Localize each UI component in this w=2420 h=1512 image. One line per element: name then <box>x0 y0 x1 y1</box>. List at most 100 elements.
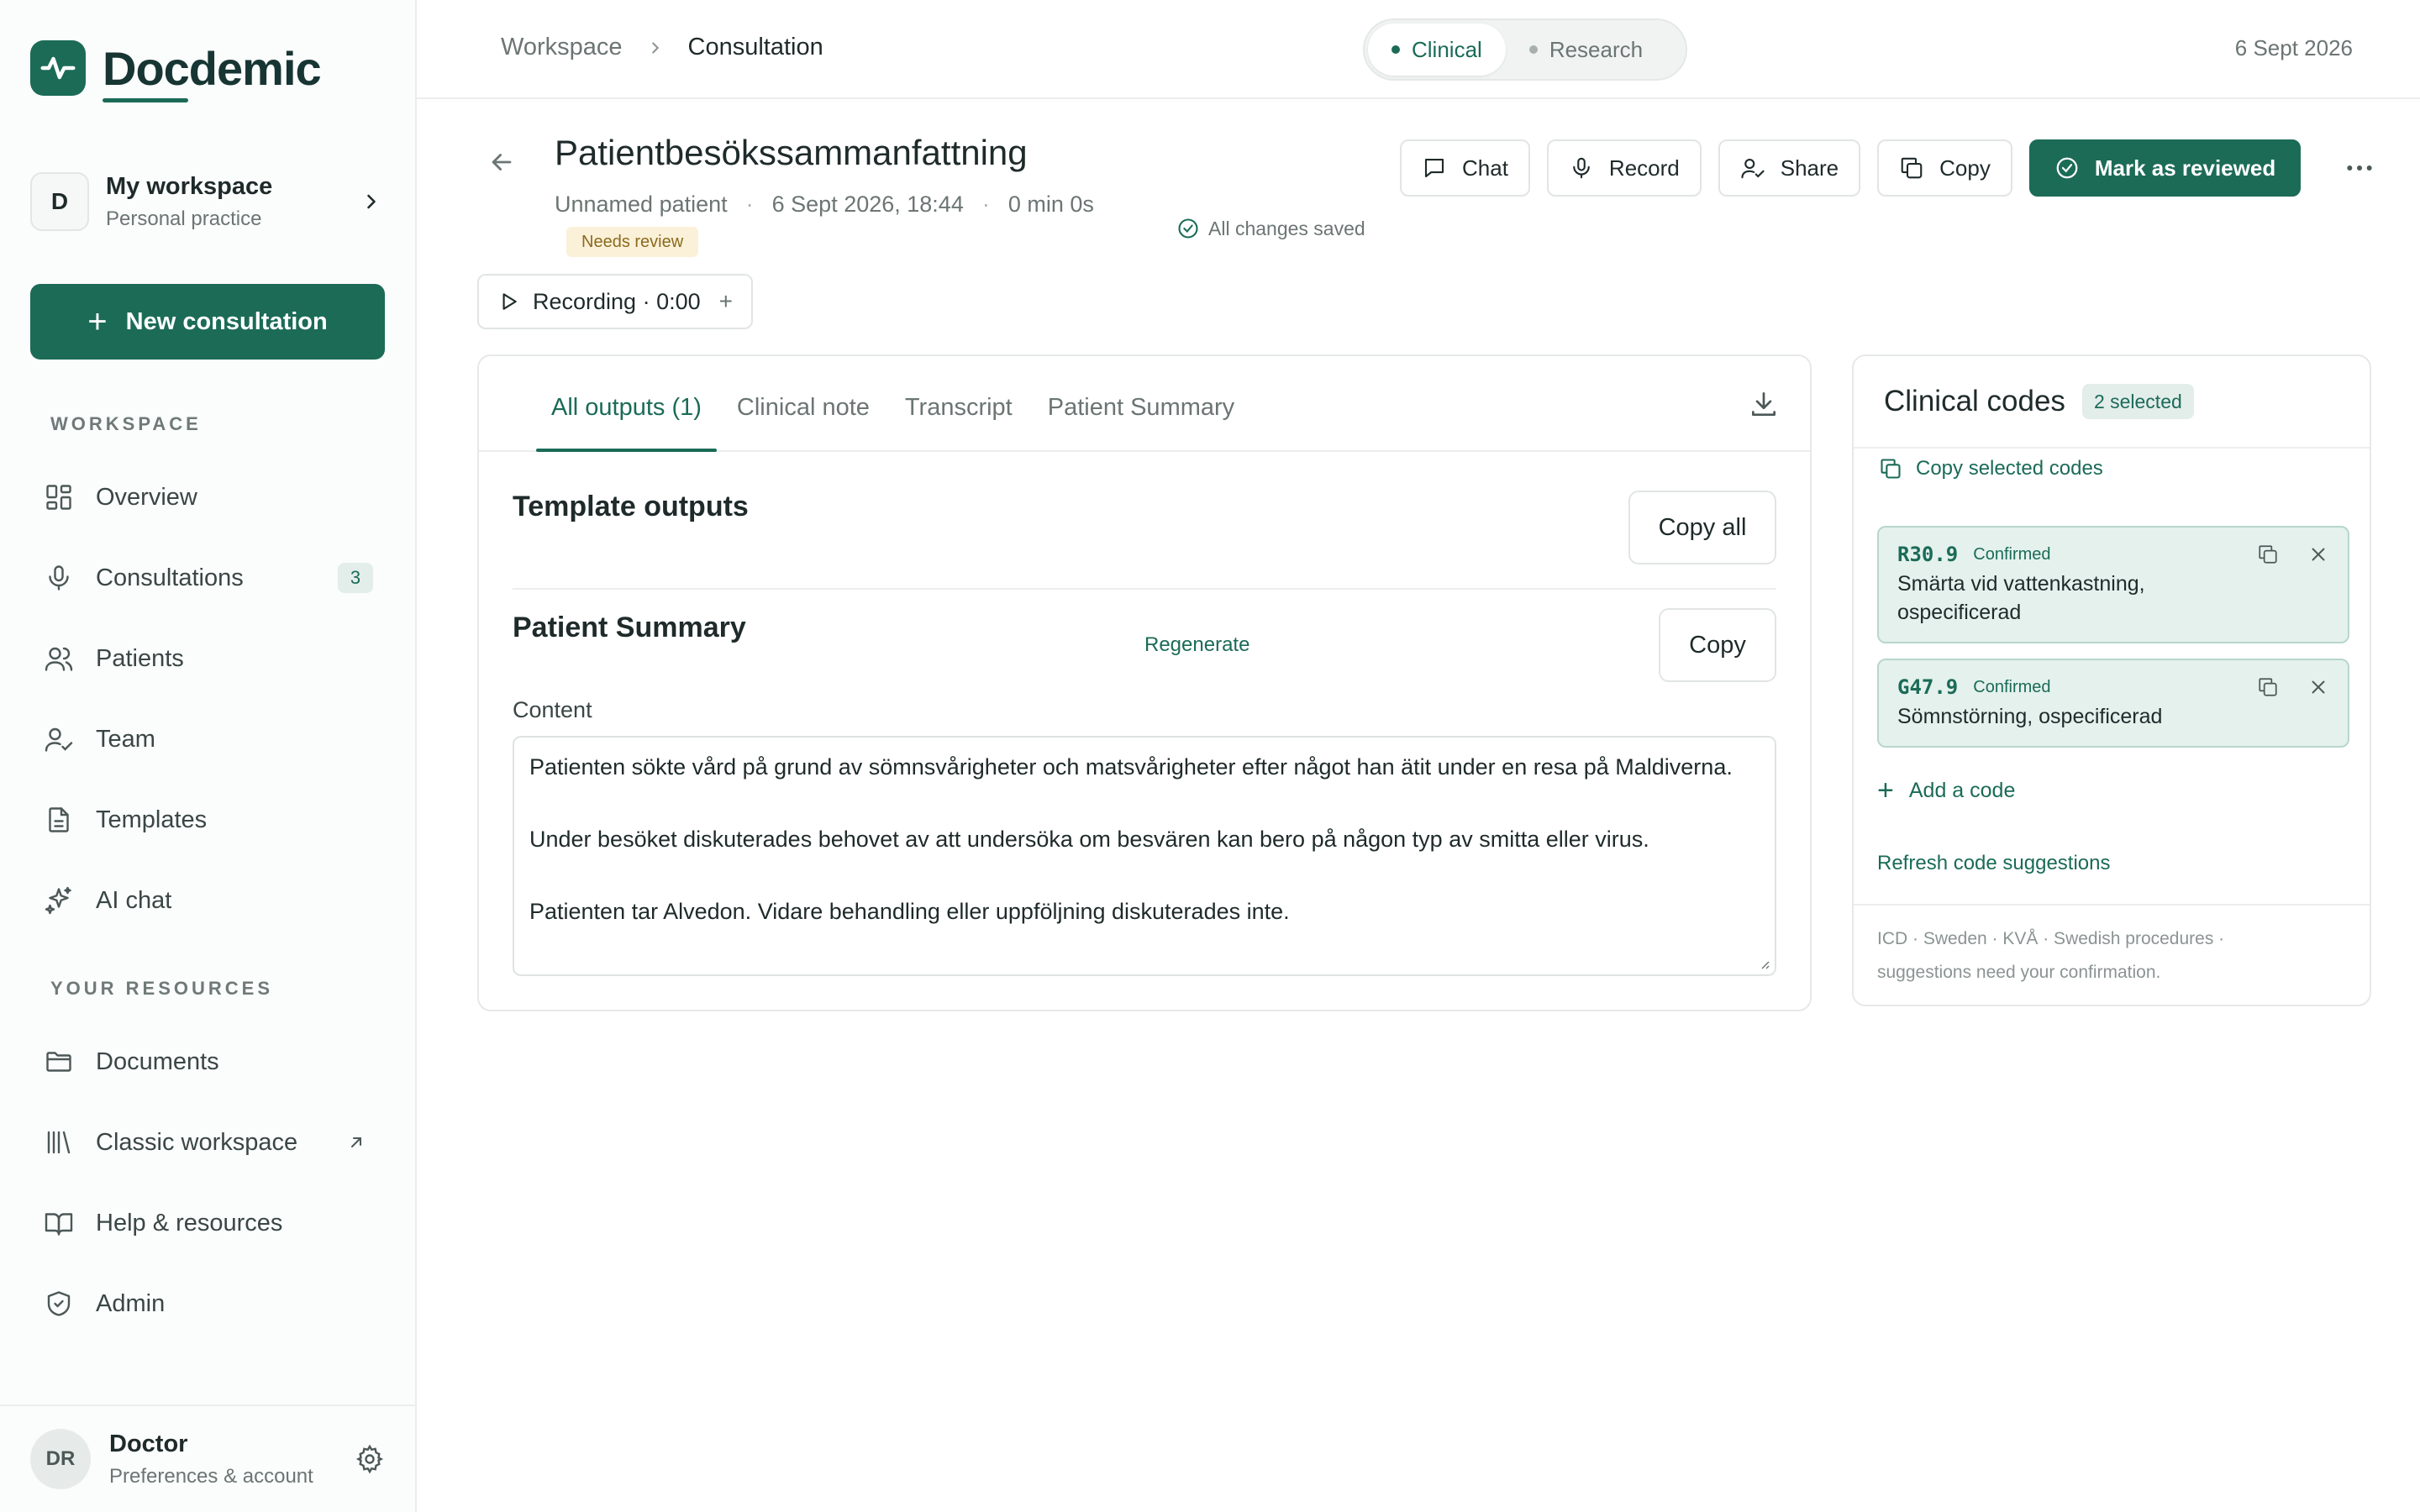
consultation-datetime: 6 Sept 2026, 18:44 <box>771 192 964 217</box>
mode-research[interactable]: Research <box>1506 24 1666 76</box>
copy-label: Copy <box>1939 155 1991 181</box>
sidebar-item-label: Templates <box>96 806 208 833</box>
user-share-icon <box>1741 158 1765 179</box>
sidebar-item-label: Patients <box>96 644 184 672</box>
new-consultation-label: New consultation <box>125 307 328 335</box>
copy-selected-codes-button[interactable]: Copy selected codes <box>1879 457 2103 480</box>
gear-icon[interactable] <box>355 1444 385 1474</box>
sidebar: Docdemic D My workspace Personal practic… <box>0 0 417 1512</box>
summary-content-textarea[interactable]: Patienten sökte vård på grund av sömnsvå… <box>513 736 1776 976</box>
folder-icon <box>46 1052 71 1072</box>
add-recording-icon[interactable]: + <box>719 288 733 315</box>
selected-count-badge: 2 selected <box>2081 384 2194 419</box>
status-dot <box>1392 45 1400 54</box>
copy-icon[interactable] <box>2257 543 2279 565</box>
grid-icon <box>46 485 71 510</box>
plus-icon: + <box>87 303 108 340</box>
user-account-bar[interactable]: DR Doctor Preferences & account <box>0 1404 415 1512</box>
recording-label: Recording · 0:00 <box>533 288 701 314</box>
share-label: Share <box>1780 155 1839 181</box>
user-subtitle: Preferences & account <box>109 1464 313 1488</box>
code-description: Smärta vid vattenkastning, ospecificerad <box>1897 572 2145 624</box>
code-card[interactable]: G47.9 Confirmed Sömnstörning, ospecifice… <box>1877 659 2349 748</box>
tab-clinical-note[interactable]: Clinical note <box>722 394 885 450</box>
workspace-avatar: D <box>30 172 89 231</box>
sidebar-item-consultations[interactable]: Consultations 3 <box>44 553 373 603</box>
sidebar-item-label: Consultations <box>96 564 244 591</box>
mark-reviewed-label: Mark as reviewed <box>2094 155 2276 181</box>
breadcrumb-workspace[interactable]: Workspace <box>501 34 623 61</box>
chat-button[interactable]: Chat <box>1400 139 1530 197</box>
sidebar-item-admin[interactable]: Admin <box>44 1278 373 1329</box>
record-label: Record <box>1608 155 1680 181</box>
refresh-code-suggestions-link[interactable]: Refresh code suggestions <box>1877 852 2111 875</box>
tab-all-outputs[interactable]: All outputs (1) <box>536 394 717 452</box>
sidebar-item-team[interactable]: Team <box>44 714 373 764</box>
template-outputs-heading: Template outputs <box>513 491 749 522</box>
copy-button[interactable]: Copy <box>1877 139 2012 197</box>
sidebar-item-documents[interactable]: Documents <box>44 1037 373 1087</box>
regenerate-link[interactable]: Regenerate <box>1144 633 1249 657</box>
library-icon <box>47 1131 71 1154</box>
codes-title: Clinical codes <box>1884 385 2065 417</box>
download-icon[interactable] <box>1748 388 1780 420</box>
sidebar-item-classic-workspace[interactable]: Classic workspace <box>44 1117 373 1168</box>
recording-chip[interactable]: Recording · 0:00 + <box>477 274 753 329</box>
copy-summary-button[interactable]: Copy <box>1659 608 1776 682</box>
content-label: Content <box>513 697 592 722</box>
mode-clinical[interactable]: Clinical <box>1368 24 1506 76</box>
new-consultation-button[interactable]: + New consultation <box>30 284 385 360</box>
outputs-panel: All outputs (1) Clinical note Transcript… <box>477 354 1812 1011</box>
codes-header: Clinical codes 2 selected <box>1854 356 2370 449</box>
workspace-section-label: WORKSPACE <box>50 413 202 434</box>
record-button[interactable]: Record <box>1546 139 1702 197</box>
sidebar-item-overview[interactable]: Overview <box>44 472 373 522</box>
consultations-count-badge: 3 <box>338 563 373 593</box>
code-id: R30.9 <box>1897 543 1959 566</box>
meta-separator: · <box>981 192 990 217</box>
workspace-subtitle: Personal practice <box>106 207 262 230</box>
copy-all-button[interactable]: Copy all <box>1628 491 1776 564</box>
close-icon[interactable] <box>2307 543 2329 565</box>
mode-toggle: Clinical Research <box>1363 18 1687 81</box>
plus-icon: + <box>1877 774 1894 806</box>
sidebar-item-label: Help & resources <box>96 1209 283 1236</box>
sidebar-item-label: AI chat <box>96 886 172 914</box>
tab-patient-summary[interactable]: Patient Summary <box>1033 394 1249 450</box>
sidebar-item-help[interactable]: Help & resources <box>44 1198 373 1248</box>
add-code-button[interactable]: + Add a code <box>1877 776 2015 805</box>
sidebar-item-label: Admin <box>96 1289 166 1317</box>
share-button[interactable]: Share <box>1718 139 1861 197</box>
app-root: Docdemic D My workspace Personal practic… <box>0 0 2420 1512</box>
more-options-icon[interactable] <box>2343 151 2376 185</box>
save-status: All changes saved <box>1176 217 1365 240</box>
save-status-label: All changes saved <box>1208 217 1365 239</box>
brand-logo[interactable]: Docdemic <box>30 40 322 102</box>
close-icon[interactable] <box>2307 676 2329 698</box>
resize-handle-icon[interactable] <box>1758 958 1770 969</box>
sidebar-item-ai-chat[interactable]: AI chat <box>44 875 373 926</box>
play-icon <box>502 293 517 310</box>
breadcrumb-consultation: Consultation <box>687 34 823 60</box>
document-icon <box>49 807 69 832</box>
output-tabs: All outputs (1) Clinical note Transcript… <box>479 356 1810 452</box>
sidebar-item-templates[interactable]: Templates <box>44 795 373 845</box>
current-date: 6 Sept 2026 <box>2234 35 2353 60</box>
mode-label: Research <box>1549 36 1644 62</box>
summary-paragraph: Patienten sökte vård på grund av sömnsvå… <box>529 754 1733 780</box>
mark-reviewed-button[interactable]: Mark as reviewed <box>2028 139 2302 197</box>
back-arrow-icon[interactable] <box>487 148 516 176</box>
microphone-icon <box>1573 157 1590 179</box>
workspace-switcher[interactable]: D My workspace Personal practice <box>30 165 383 239</box>
sidebar-item-patients[interactable]: Patients <box>44 633 373 684</box>
patient-name[interactable]: Unnamed patient <box>555 192 728 218</box>
code-card[interactable]: R30.9 Confirmed Smärta vid vattenkastnin… <box>1877 526 2349 643</box>
breadcrumb: Workspace Consultation <box>501 34 823 61</box>
resources-section-label: YOUR RESOURCES <box>50 978 274 999</box>
book-icon <box>45 1213 73 1236</box>
external-link-icon <box>351 1137 361 1147</box>
tab-transcript[interactable]: Transcript <box>890 394 1028 450</box>
copy-icon[interactable] <box>2257 676 2279 698</box>
workspace-title: My workspace <box>106 172 273 200</box>
chat-bubble-icon <box>1424 158 1444 178</box>
